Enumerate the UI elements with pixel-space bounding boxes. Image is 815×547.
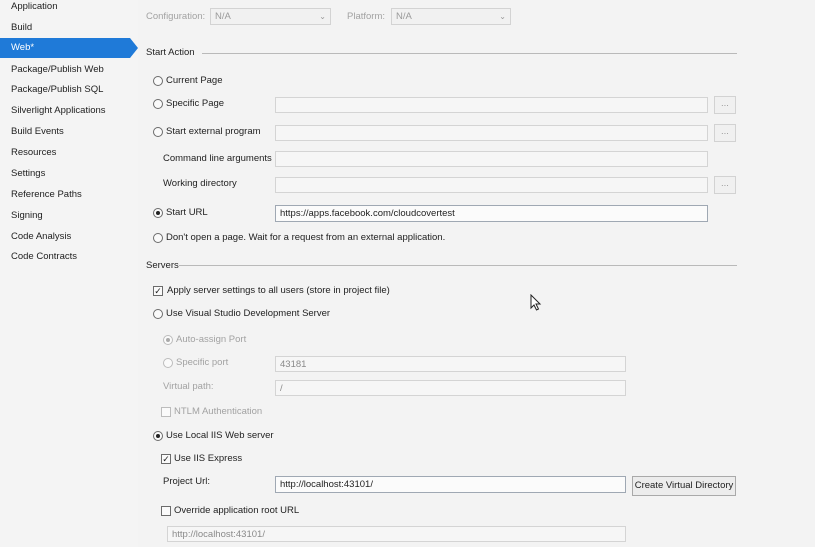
specific-port-radio[interactable] (163, 358, 173, 368)
specific-page-input[interactable] (275, 97, 708, 113)
virtual-path-label: Virtual path: (163, 381, 214, 392)
sidebar: Application Build Web* Package/Publish W… (0, 0, 138, 547)
cmd-args-input[interactable] (275, 151, 708, 167)
auto-assign-radio[interactable] (163, 335, 173, 345)
dont-open-radio[interactable] (153, 233, 163, 243)
specific-page-label: Specific Page (166, 98, 225, 109)
platform-value: N/A (396, 11, 412, 22)
auto-assign-label: Auto-assign Port (176, 334, 247, 345)
start-external-label: Start external program (166, 126, 261, 137)
sidebar-item-package-publish-web[interactable]: Package/Publish Web (0, 60, 130, 80)
sidebar-item-code-contracts[interactable]: Code Contracts (0, 247, 130, 267)
use-iis-express-checkbox[interactable]: ✓ (161, 454, 171, 464)
sidebar-item-code-analysis[interactable]: Code Analysis (0, 227, 130, 247)
configuration-select[interactable]: N/A ⌄ (210, 8, 331, 25)
web-properties-panel: Configuration: N/A ⌄ Platform: N/A ⌄ Sta… (138, 0, 815, 547)
sidebar-item-build[interactable]: Build (0, 18, 130, 38)
use-vs-dev-radio[interactable] (153, 309, 163, 319)
sidebar-item-package-publish-sql[interactable]: Package/Publish SQL (0, 80, 130, 100)
use-local-iis-label: Use Local IIS Web server (166, 430, 274, 441)
dont-open-label: Don't open a page. Wait for a request fr… (166, 232, 446, 243)
sidebar-item-resources[interactable]: Resources (0, 143, 130, 163)
start-url-radio[interactable] (153, 208, 163, 218)
project-url-input[interactable] (275, 476, 626, 493)
sidebar-item-settings[interactable]: Settings (0, 164, 130, 184)
start-url-input[interactable] (275, 205, 708, 222)
start-action-title: Start Action (146, 47, 195, 58)
cmd-args-label: Command line arguments (163, 153, 272, 164)
specific-port-label: Specific port (176, 357, 229, 368)
override-root-label: Override application root URL (174, 505, 300, 516)
current-page-radio[interactable] (153, 76, 163, 86)
current-page-label: Current Page (166, 75, 223, 86)
override-root-checkbox[interactable] (161, 506, 171, 516)
sidebar-item-signing[interactable]: Signing (0, 206, 130, 226)
apply-all-label: Apply server settings to all users (stor… (167, 285, 390, 296)
start-external-radio[interactable] (153, 127, 163, 137)
configuration-value: N/A (215, 11, 231, 22)
ntlm-label: NTLM Authentication (174, 406, 263, 417)
working-dir-input[interactable] (275, 177, 708, 193)
virtual-path-input[interactable] (275, 380, 626, 396)
chevron-down-icon: ⌄ (319, 12, 326, 21)
configuration-label: Configuration: (146, 11, 206, 22)
sidebar-item-reference-paths[interactable]: Reference Paths (0, 185, 130, 205)
use-local-iis-radio[interactable] (153, 431, 163, 441)
override-root-input[interactable] (167, 526, 626, 542)
specific-page-browse-button[interactable]: ... (714, 96, 736, 114)
ntlm-checkbox[interactable] (161, 407, 171, 417)
create-virtual-directory-button[interactable]: Create Virtual Directory (632, 476, 736, 496)
servers-divider (179, 265, 737, 266)
use-vs-dev-label: Use Visual Studio Development Server (166, 308, 331, 319)
sidebar-item-silverlight-applications[interactable]: Silverlight Applications (0, 101, 130, 121)
start-url-label: Start URL (166, 207, 208, 218)
start-external-browse-button[interactable]: ... (714, 124, 736, 142)
start-external-input[interactable] (275, 125, 708, 141)
sidebar-item-build-events[interactable]: Build Events (0, 122, 130, 142)
chevron-down-icon: ⌄ (499, 12, 506, 21)
platform-select[interactable]: N/A ⌄ (391, 8, 511, 25)
apply-all-checkbox[interactable]: ✓ (153, 286, 163, 296)
sidebar-item-application[interactable]: Application (0, 0, 130, 17)
project-url-label: Project Url: (163, 476, 210, 487)
start-action-divider (202, 53, 737, 54)
working-dir-label: Working directory (163, 178, 237, 189)
servers-title: Servers (146, 260, 179, 271)
mouse-cursor-icon (530, 294, 542, 311)
specific-port-input[interactable] (275, 356, 626, 372)
use-iis-express-label: Use IIS Express (174, 453, 243, 464)
working-dir-browse-button[interactable]: ... (714, 176, 736, 194)
specific-page-radio[interactable] (153, 99, 163, 109)
sidebar-item-web[interactable]: Web* (0, 38, 138, 58)
platform-label: Platform: (347, 11, 386, 22)
